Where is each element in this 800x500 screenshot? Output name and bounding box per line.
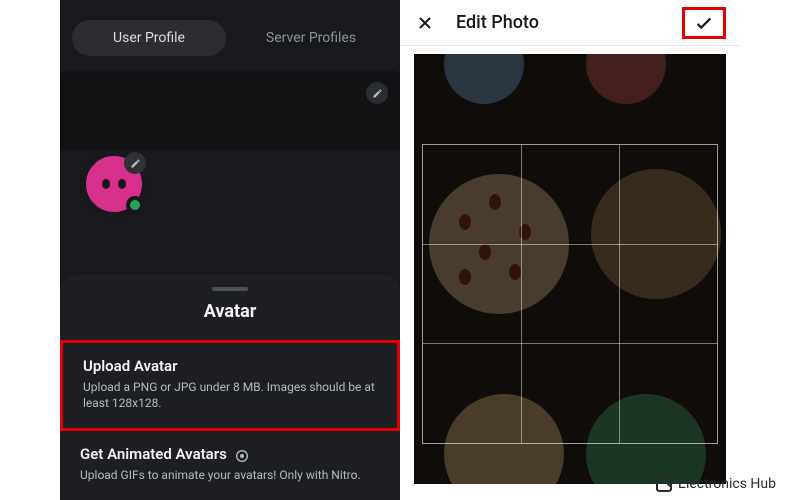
tab-user-profile[interactable]: User Profile xyxy=(72,20,226,56)
pencil-icon xyxy=(372,88,383,99)
edit-header: Edit Photo xyxy=(400,0,740,46)
confirm-button[interactable] xyxy=(693,12,715,34)
nitro-badge-icon xyxy=(233,447,251,465)
upload-avatar-option[interactable]: Upload Avatar Upload a PNG or JPG under … xyxy=(60,340,400,432)
screenshot-container: User Profile Server Profiles Avatar Uplo… xyxy=(0,0,800,500)
sheet-title: Avatar xyxy=(60,301,400,322)
avatar-image[interactable] xyxy=(80,150,148,218)
check-icon xyxy=(693,12,715,34)
crop-grid xyxy=(422,144,718,444)
status-online-icon xyxy=(126,196,144,214)
watermark: Electronics Hub xyxy=(656,476,776,492)
sheet-drag-handle[interactable] xyxy=(212,287,248,291)
animated-avatars-title: Get Animated Avatars xyxy=(80,445,227,463)
edit-photo-panel: Edit Photo xyxy=(400,0,740,500)
avatar-sheet: Avatar Upload Avatar Upload a PNG or JPG… xyxy=(60,275,400,500)
watermark-icon xyxy=(656,476,672,492)
confirm-highlight xyxy=(682,7,726,39)
upload-avatar-desc: Upload a PNG or JPG under 8 MB. Images s… xyxy=(83,379,377,413)
discord-logo-icon xyxy=(97,171,131,197)
tab-server-profiles[interactable]: Server Profiles xyxy=(234,20,388,56)
profile-tabs: User Profile Server Profiles xyxy=(72,20,388,56)
close-button[interactable] xyxy=(414,12,436,34)
animated-avatars-option[interactable]: Get Animated Avatars Upload GIFs to anim… xyxy=(60,431,400,500)
close-icon xyxy=(415,13,435,33)
photo-crop-area[interactable] xyxy=(414,54,726,484)
pencil-icon xyxy=(130,158,141,169)
profile-banner xyxy=(60,70,400,150)
discord-profile-panel: User Profile Server Profiles Avatar Uplo… xyxy=(60,0,400,500)
edit-photo-title: Edit Photo xyxy=(456,12,662,33)
watermark-text: Electronics Hub xyxy=(678,476,776,492)
edit-avatar-button[interactable] xyxy=(124,152,146,174)
animated-avatars-desc: Upload GIFs to animate your avatars! Onl… xyxy=(80,467,380,484)
avatar-container xyxy=(80,150,148,218)
edit-banner-button[interactable] xyxy=(366,82,388,104)
upload-avatar-title: Upload Avatar xyxy=(83,357,377,375)
